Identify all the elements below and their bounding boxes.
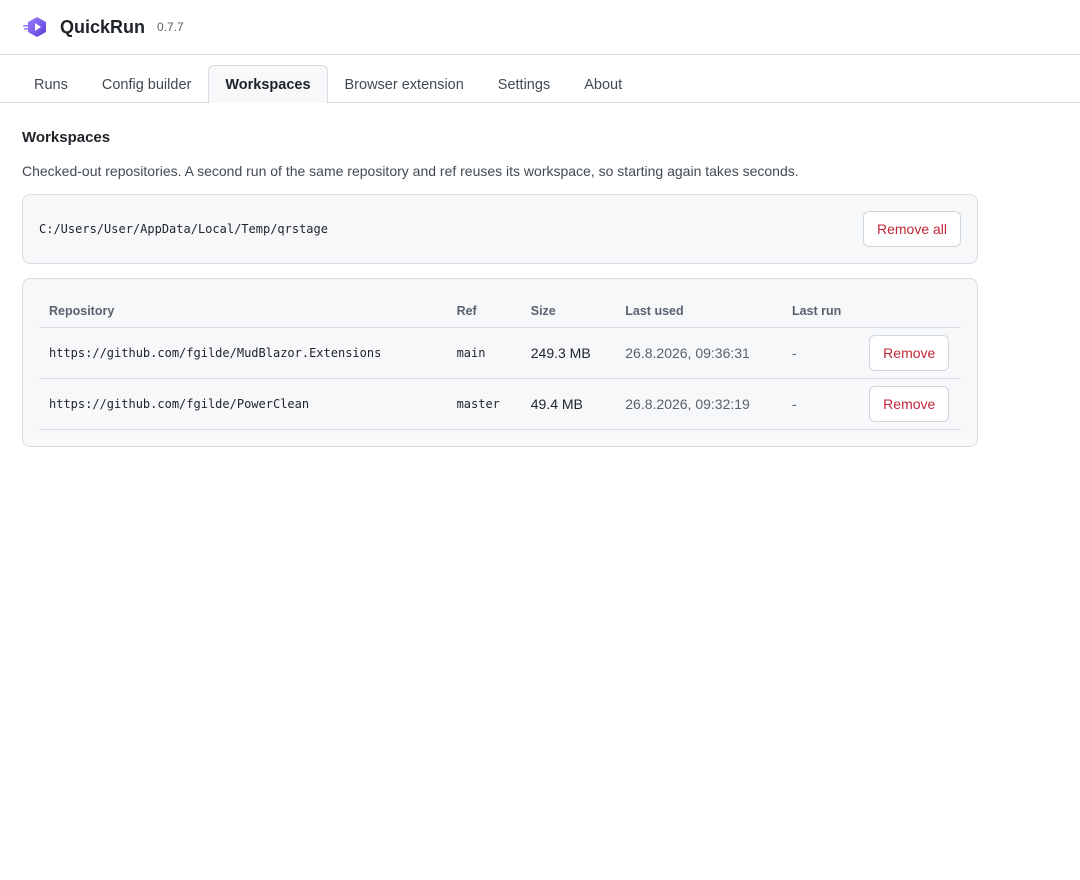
actions-cell: Remove bbox=[859, 327, 961, 379]
app-title: QuickRun bbox=[60, 16, 146, 37]
workspaces-table-card: Repository Ref Size Last used Last run h… bbox=[22, 278, 978, 447]
quickrun-logo-icon bbox=[22, 14, 48, 40]
actions-cell: Remove bbox=[859, 378, 961, 430]
repository-cell: https://github.com/fgilde/MudBlazor.Exte… bbox=[39, 327, 447, 379]
size-cell: 49.4 MB bbox=[520, 378, 616, 430]
last-used-cell: 26.8.2026, 09:32:19 bbox=[615, 378, 782, 430]
tab-settings[interactable]: Settings bbox=[481, 66, 567, 103]
remove-button[interactable]: Remove bbox=[869, 334, 950, 371]
app-version: 0.7.7 bbox=[157, 20, 184, 34]
tab-workspaces[interactable]: Workspaces bbox=[208, 65, 328, 103]
page-description: Checked-out repositories. A second run o… bbox=[22, 163, 799, 179]
remove-all-button[interactable]: Remove all bbox=[862, 211, 961, 247]
column-header-actions bbox=[859, 295, 961, 328]
workspaces-table: Repository Ref Size Last used Last run h… bbox=[39, 295, 961, 430]
last-run-cell: - bbox=[781, 327, 860, 379]
last-used-cell: 26.8.2026, 09:36:31 bbox=[615, 327, 782, 379]
remove-button[interactable]: Remove bbox=[869, 385, 950, 422]
column-header-repository: Repository bbox=[39, 295, 447, 328]
column-header-last-run: Last run bbox=[781, 295, 860, 328]
main-tabs: Runs Config builder Workspaces Browser e… bbox=[0, 55, 1080, 103]
last-run-cell: - bbox=[781, 378, 860, 430]
table-row: https://github.com/fgilde/PowerClean mas… bbox=[39, 378, 961, 430]
column-header-last-used: Last used bbox=[615, 295, 782, 328]
tab-browser-extension[interactable]: Browser extension bbox=[328, 66, 481, 103]
app-header: QuickRun 0.7.7 bbox=[0, 0, 1080, 55]
table-header-row: Repository Ref Size Last used Last run bbox=[39, 295, 961, 328]
column-header-size: Size bbox=[520, 295, 616, 328]
tab-runs[interactable]: Runs bbox=[17, 66, 85, 103]
tab-config-builder[interactable]: Config builder bbox=[85, 66, 208, 103]
workspace-root-card: C:/Users/User/AppData/Local/Temp/qrstage… bbox=[22, 194, 978, 264]
column-header-ref: Ref bbox=[446, 295, 521, 328]
page-title: Workspaces bbox=[22, 129, 111, 146]
size-cell: 249.3 MB bbox=[520, 327, 616, 379]
tab-about[interactable]: About bbox=[567, 66, 639, 103]
workspace-root-path: C:/Users/User/AppData/Local/Temp/qrstage bbox=[39, 222, 328, 236]
table-row: https://github.com/fgilde/MudBlazor.Exte… bbox=[39, 327, 961, 379]
repository-cell: https://github.com/fgilde/PowerClean bbox=[39, 378, 447, 430]
ref-cell: master bbox=[446, 378, 521, 430]
ref-cell: main bbox=[446, 327, 521, 379]
workspaces-page: Workspaces Checked-out repositories. A s… bbox=[0, 103, 1080, 447]
